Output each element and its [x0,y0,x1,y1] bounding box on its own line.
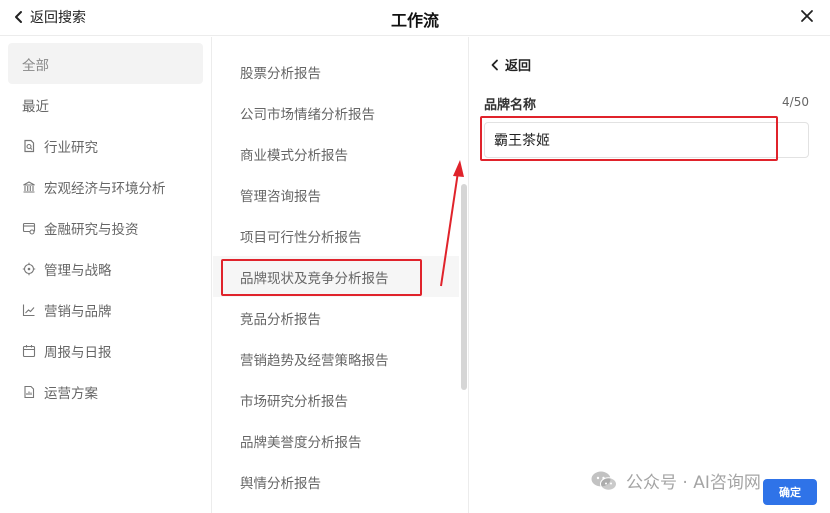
brand-name-label: 品牌名称 [484,98,537,113]
sidebar-item-label: 营销与品牌 [44,303,112,320]
back-to-search-button[interactable]: 返回搜索 [12,6,86,28]
confirm-button[interactable]: 确定 [763,479,817,505]
template-item-brand-reputation[interactable]: 品牌美誉度分析报告 [213,420,459,461]
sidebar-item-label: 管理与战略 [44,262,112,279]
finance-card-icon [22,222,36,235]
sidebar-item-recent[interactable]: 最近 [8,84,203,125]
template-form-panel: 返回 品牌名称 4/50 确定 [469,37,830,513]
template-item-marketing-trend[interactable]: 营销趋势及经营策略报告 [213,338,459,379]
sidebar-item-industry-research[interactable]: 行业研究 [8,125,203,166]
template-item-brand-competition[interactable]: 品牌现状及竞争分析报告 [213,256,459,297]
back-button[interactable]: 返回 [489,55,531,74]
sidebar-item-marketing-brand[interactable]: 营销与品牌 [8,289,203,330]
sidebar-item-label: 周报与日报 [44,344,112,361]
template-list-scrollbar[interactable] [461,184,467,390]
sidebar-item-label: 宏观经济与环境分析 [44,180,166,197]
back-to-search-label: 返回搜索 [30,10,86,26]
sidebar-item-label: 运营方案 [44,385,98,402]
calendar-icon [22,344,36,357]
template-item-competitor-analysis[interactable]: 竞品分析报告 [213,297,459,338]
template-item-label: 市场研究分析报告 [240,393,348,410]
character-counter: 4/50 [782,95,809,109]
document-search-icon [24,139,35,152]
sidebar-item-label: 最近 [22,98,49,115]
sidebar-item-label: 金融研究与投资 [44,221,139,238]
category-sidebar: 全部 最近 行业研究 宏观经济与环境分析 金融研究与投资 管理与战略 营销与品牌… [0,37,212,513]
template-item-label: 公司市场情绪分析报告 [240,106,375,123]
sidebar-item-all[interactable]: 全部 [8,43,203,84]
sidebar-item-management-strategy[interactable]: 管理与战略 [8,248,203,289]
template-item-project-feasibility[interactable]: 项目可行性分析报告 [213,215,459,256]
report-icon [24,385,35,398]
sidebar-item-macro-economy[interactable]: 宏观经济与环境分析 [8,166,203,207]
header-bar: 返回搜索 工作流 [0,0,830,36]
template-item-label: 舆情分析报告 [240,475,321,492]
target-icon [22,262,36,275]
back-label: 返回 [505,59,532,74]
trend-chart-icon [22,304,35,316]
template-item-stock-analysis[interactable]: 股票分析报告 [213,51,459,92]
page-title: 工作流 [390,11,439,30]
template-item-label: 品牌美誉度分析报告 [240,434,362,451]
template-item-label: 管理咨询报告 [240,188,321,205]
template-item-label: 股票分析报告 [240,65,321,82]
sidebar-item-label: 全部 [22,57,49,74]
template-item-label: 品牌现状及竞争分析报告 [240,270,389,287]
template-item-public-opinion[interactable]: 舆情分析报告 [213,461,459,502]
template-list: 股票分析报告 公司市场情绪分析报告 商业模式分析报告 管理咨询报告 项目可行性分… [213,37,459,513]
template-item-label: 营销趋势及经营策略报告 [240,352,389,369]
brand-name-input[interactable] [484,122,809,158]
template-item-label: 商业模式分析报告 [240,147,348,164]
sidebar-item-weekly-daily[interactable]: 周报与日报 [8,330,203,371]
chevron-left-icon [491,59,498,70]
template-item-management-consulting[interactable]: 管理咨询报告 [213,174,459,215]
sidebar-item-finance-investment[interactable]: 金融研究与投资 [8,207,203,248]
bank-icon [23,180,35,193]
template-item-label: 项目可行性分析报告 [240,229,362,246]
close-icon[interactable] [798,7,816,25]
chevron-left-icon [15,11,22,23]
sidebar-item-operations-plan[interactable]: 运营方案 [8,371,203,412]
template-item-label: 竞品分析报告 [240,311,321,328]
template-item-business-model[interactable]: 商业模式分析报告 [213,133,459,174]
template-item-market-sentiment[interactable]: 公司市场情绪分析报告 [213,92,459,133]
template-item-market-research[interactable]: 市场研究分析报告 [213,379,459,420]
sidebar-item-label: 行业研究 [44,139,98,156]
